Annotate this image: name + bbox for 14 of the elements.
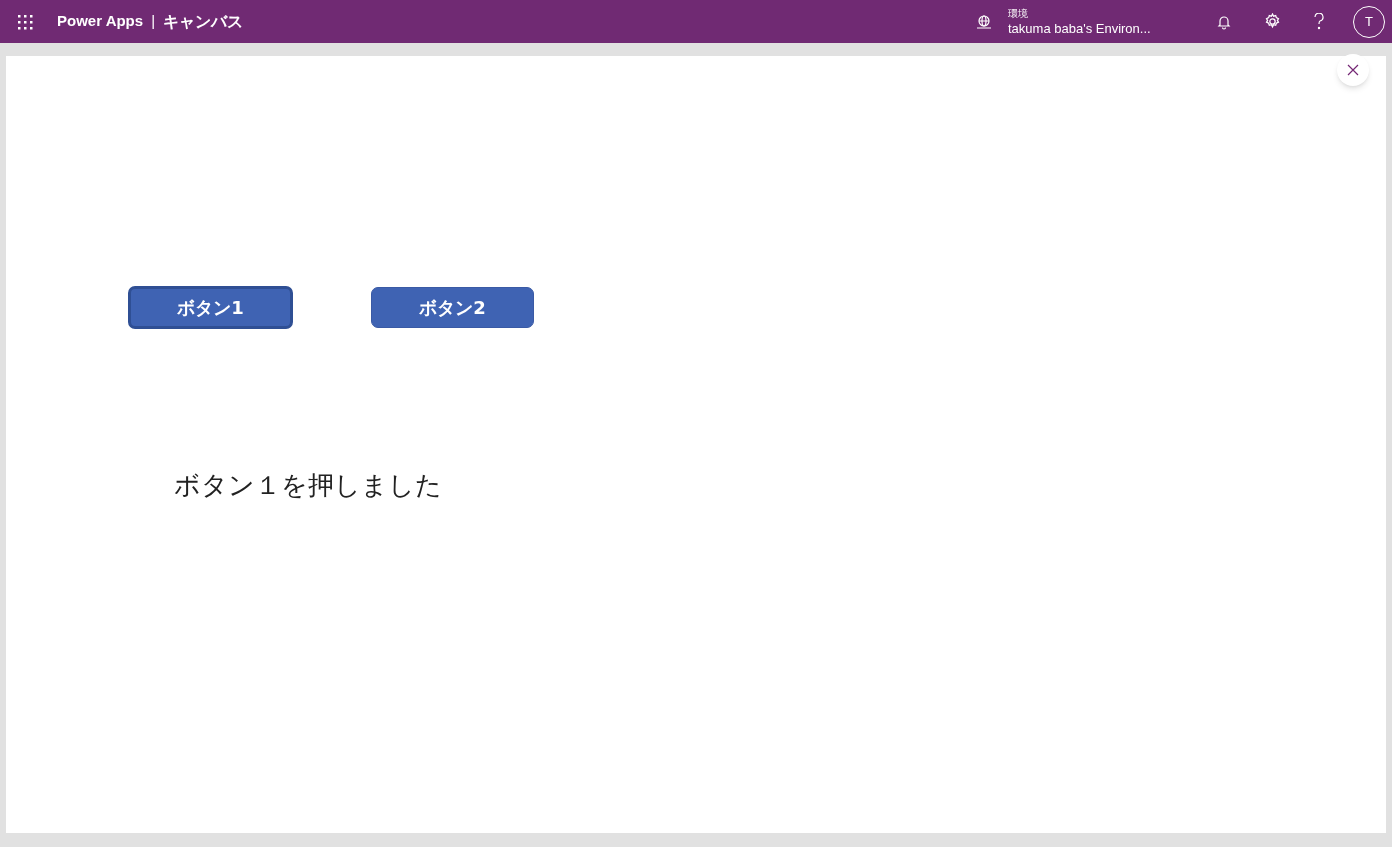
help-icon[interactable] — [1313, 13, 1325, 30]
app-name: Power Apps — [57, 11, 144, 32]
status-message: ボタン１を押しました — [174, 469, 442, 502]
environment-label: 環境 — [1008, 8, 1029, 19]
canvas-button[interactable]: ボタン1 — [128, 286, 293, 329]
environment-name[interactable]: takuma baba's Environ... — [1008, 21, 1188, 35]
notification-icon[interactable] — [1216, 13, 1232, 30]
globe-icon — [976, 13, 992, 30]
title-separator: | — [151, 11, 156, 32]
app-kind: キャンバス — [163, 10, 244, 33]
app-launcher-icon[interactable] — [17, 13, 33, 30]
close-icon — [1347, 64, 1359, 76]
canvas-button[interactable]: ボタン2 — [371, 287, 534, 328]
settings-icon[interactable] — [1264, 13, 1281, 30]
